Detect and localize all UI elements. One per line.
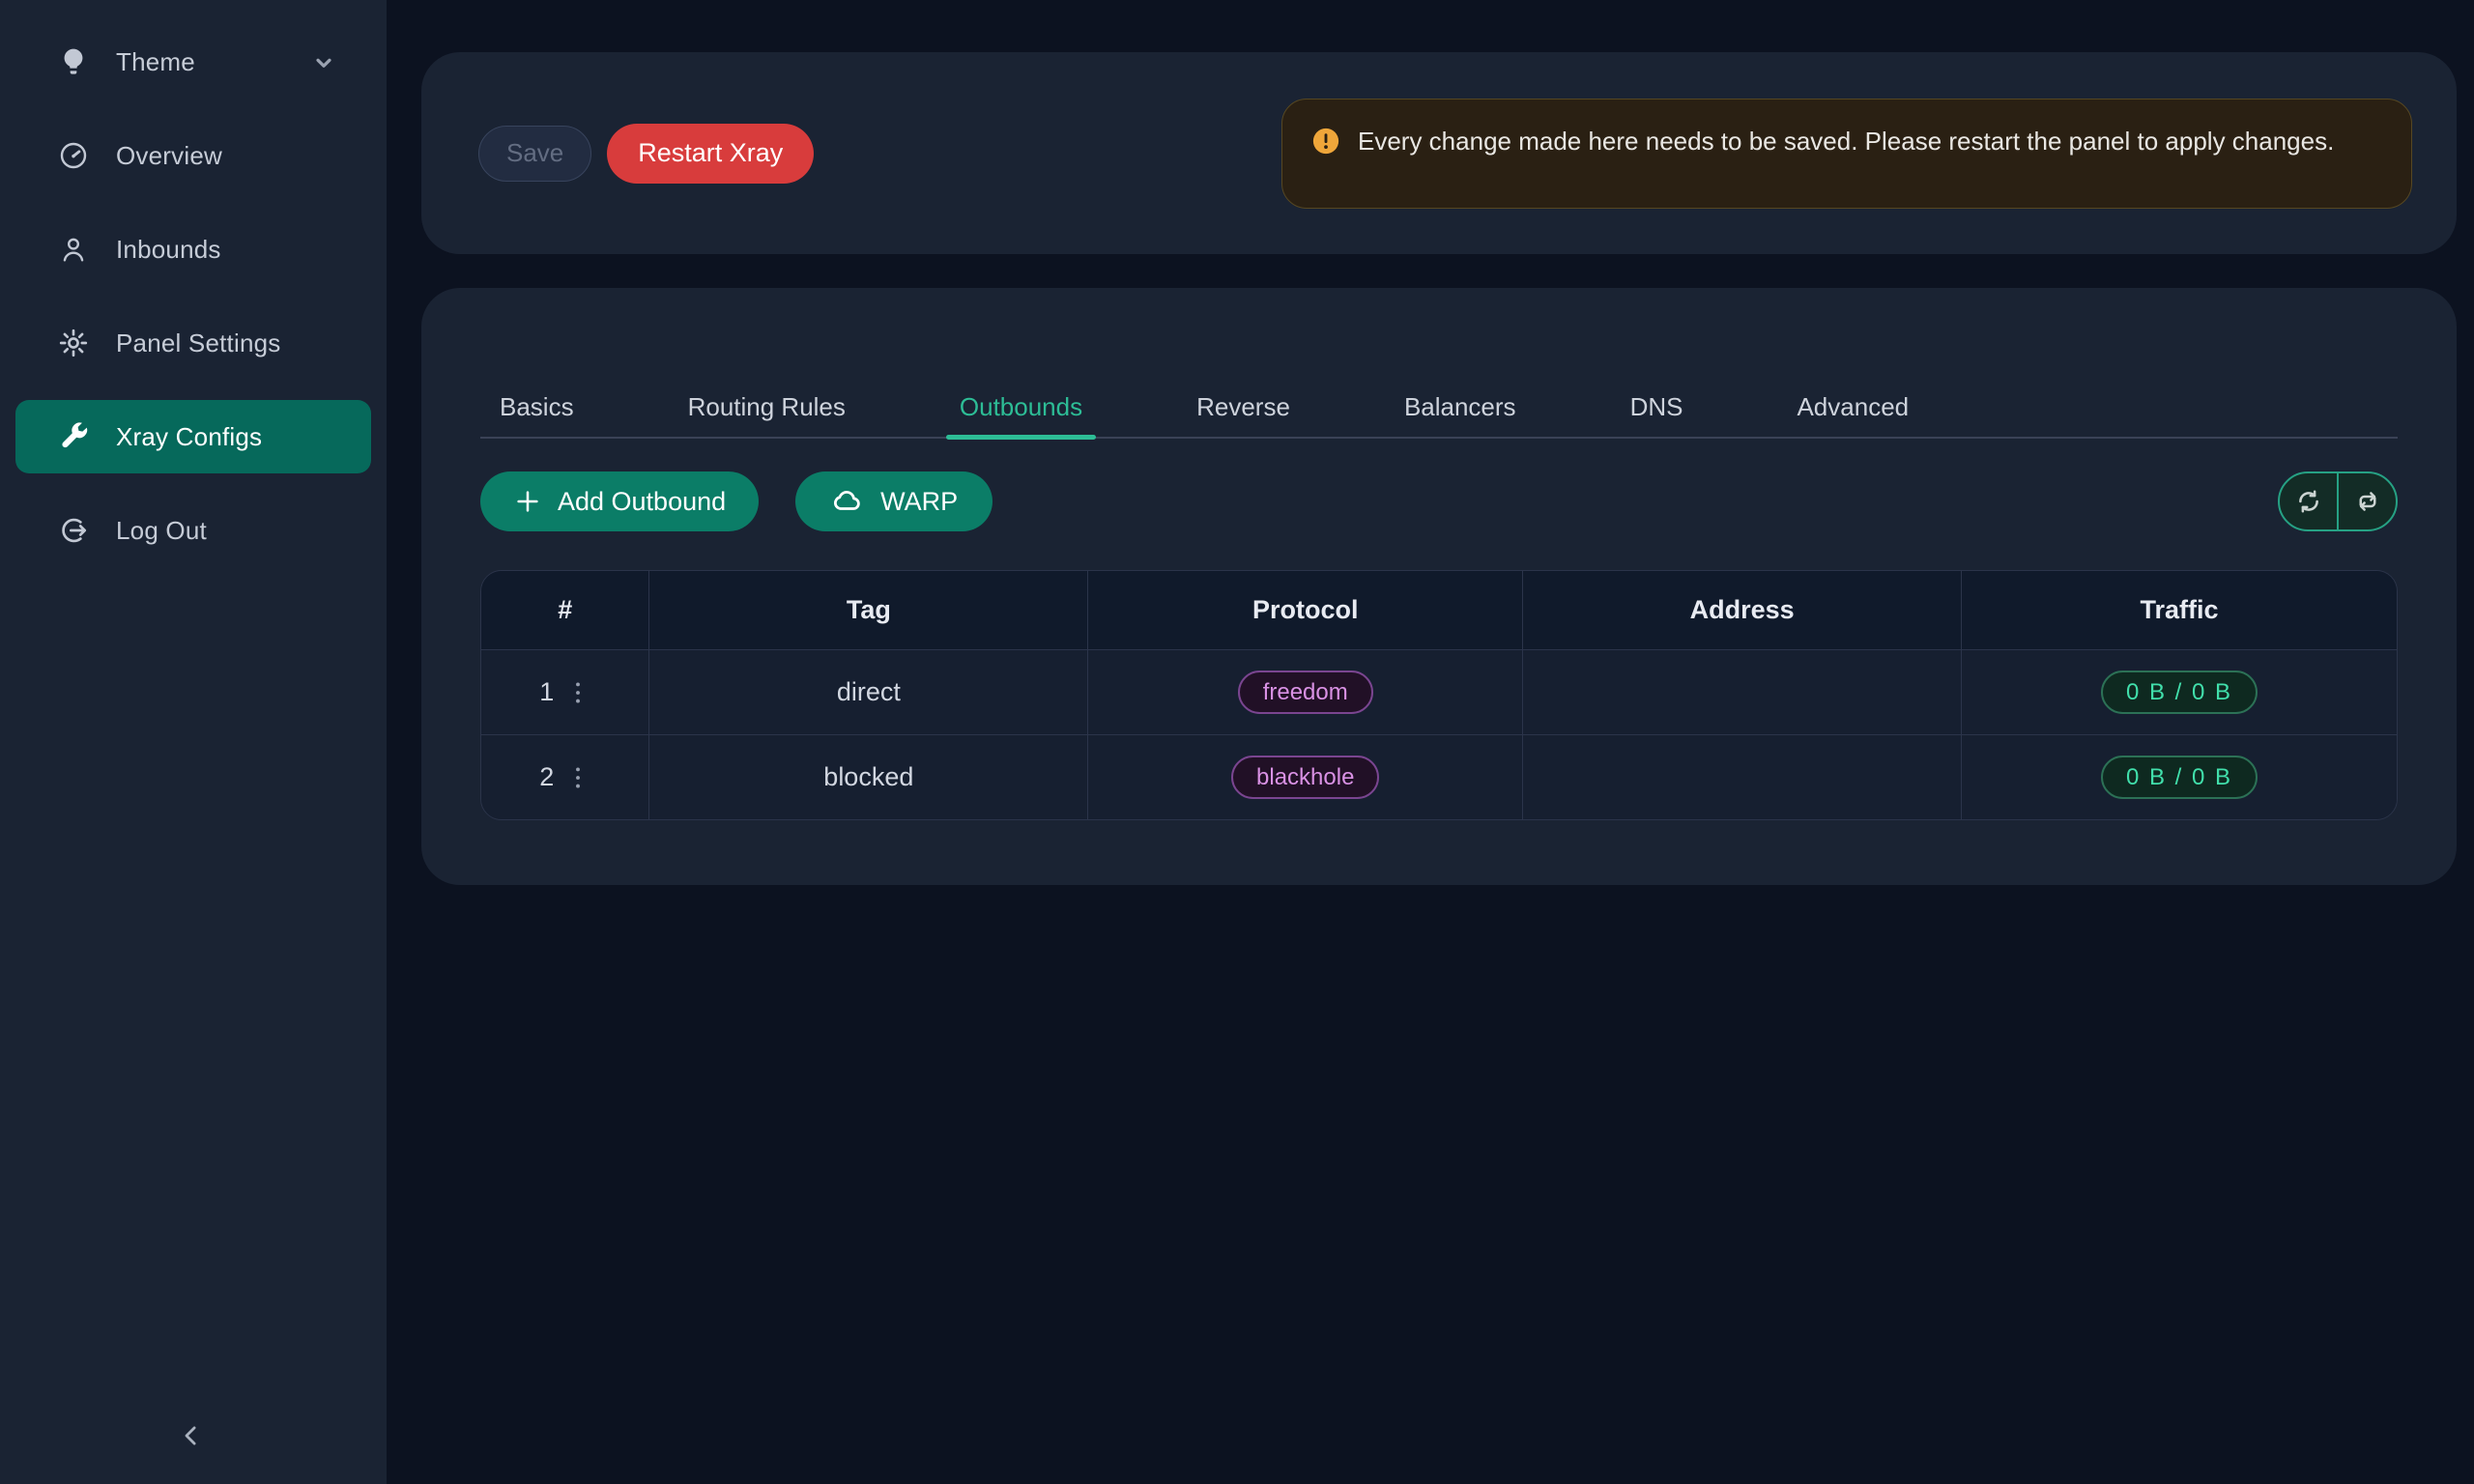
sidebar-item-xray-configs[interactable]: Xray Configs <box>15 400 371 473</box>
warning-circle-icon <box>1311 127 1340 156</box>
xray-config-card: Basics Routing Rules Outbounds Reverse B… <box>421 288 2457 885</box>
address-cell <box>1523 650 1962 734</box>
sidebar-item-theme[interactable]: Theme <box>15 25 371 99</box>
warning-alert: Every change made here needs to be saved… <box>1281 99 2412 209</box>
chevron-left-icon <box>166 1421 216 1450</box>
column-header-index: # <box>481 571 649 649</box>
sidebar-item-inbounds[interactable]: Inbounds <box>15 213 371 286</box>
column-header-traffic: Traffic <box>1962 571 2397 649</box>
add-outbound-button[interactable]: Add Outbound <box>480 471 759 531</box>
bulb-icon <box>58 46 89 77</box>
column-header-address: Address <box>1523 571 1962 649</box>
add-outbound-label: Add Outbound <box>558 487 726 517</box>
tag-cell: blocked <box>649 735 1088 819</box>
repeat-button[interactable] <box>2339 473 2396 529</box>
sidebar-item-label: Log Out <box>116 516 207 546</box>
tab-reverse[interactable]: Reverse <box>1196 376 1290 438</box>
table-header-row: # Tag Protocol Address Traffic <box>481 571 2397 649</box>
alert-message: Every change made here needs to be saved… <box>1358 121 2334 161</box>
row-index: 1 <box>539 677 554 707</box>
restart-xray-button[interactable]: Restart Xray <box>607 124 814 184</box>
gear-icon <box>58 328 89 358</box>
save-button[interactable]: Save <box>478 126 591 182</box>
table-tools-group <box>2278 471 2398 531</box>
sidebar-item-label: Overview <box>116 141 222 171</box>
traffic-badge: 0 B / 0 B <box>2101 756 2258 799</box>
cloud-icon <box>830 487 865 516</box>
outbounds-actions: Add Outbound WARP <box>480 471 2398 531</box>
logout-icon <box>58 515 89 546</box>
user-icon <box>58 234 89 265</box>
tab-balancers[interactable]: Balancers <box>1404 376 1516 438</box>
warp-button[interactable]: WARP <box>795 471 992 531</box>
sidebar-item-log-out[interactable]: Log Out <box>15 494 371 567</box>
table-row: 2 blocked blackhole 0 B / 0 B <box>481 734 2397 819</box>
sidebar-item-label: Xray Configs <box>116 422 262 452</box>
tab-advanced[interactable]: Advanced <box>1797 376 1909 438</box>
plus-icon <box>513 487 542 516</box>
refresh-icon <box>2294 487 2323 516</box>
refresh-button[interactable] <box>2280 473 2339 529</box>
sidebar-item-label: Inbounds <box>116 235 221 265</box>
sidebar-item-panel-settings[interactable]: Panel Settings <box>15 306 371 380</box>
traffic-badge: 0 B / 0 B <box>2101 671 2258 714</box>
column-header-protocol: Protocol <box>1088 571 1523 649</box>
outbounds-table: # Tag Protocol Address Traffic 1 direct … <box>480 570 2398 820</box>
wrench-icon <box>58 421 89 452</box>
chevron-down-icon <box>311 50 336 75</box>
sidebar-collapse-button[interactable] <box>166 1414 216 1457</box>
tab-dns[interactable]: DNS <box>1630 376 1683 438</box>
tab-basics[interactable]: Basics <box>500 376 574 438</box>
tab-bar: Basics Routing Rules Outbounds Reverse B… <box>480 377 2398 439</box>
table-row: 1 direct freedom 0 B / 0 B <box>481 649 2397 734</box>
sidebar-menu: Theme Overview Inbounds <box>0 0 387 567</box>
dashboard-icon <box>58 140 89 171</box>
sidebar: Theme Overview Inbounds <box>0 0 387 1484</box>
row-index: 2 <box>539 762 554 792</box>
toolbar-card: Save Restart Xray Every change made here… <box>421 52 2457 254</box>
tag-cell: direct <box>649 650 1088 734</box>
protocol-badge: blackhole <box>1231 756 1379 799</box>
protocol-badge: freedom <box>1238 671 1373 714</box>
kebab-menu-icon[interactable] <box>565 678 590 707</box>
tab-outbounds[interactable]: Outbounds <box>960 376 1082 438</box>
column-header-tag: Tag <box>649 571 1088 649</box>
address-cell <box>1523 735 1962 819</box>
repeat-icon <box>2353 487 2382 516</box>
sidebar-item-label: Theme <box>116 47 195 77</box>
warp-label: WARP <box>880 487 958 517</box>
sidebar-item-label: Panel Settings <box>116 328 280 358</box>
kebab-menu-icon[interactable] <box>565 763 590 792</box>
tab-routing-rules[interactable]: Routing Rules <box>688 376 846 438</box>
sidebar-item-overview[interactable]: Overview <box>15 119 371 192</box>
